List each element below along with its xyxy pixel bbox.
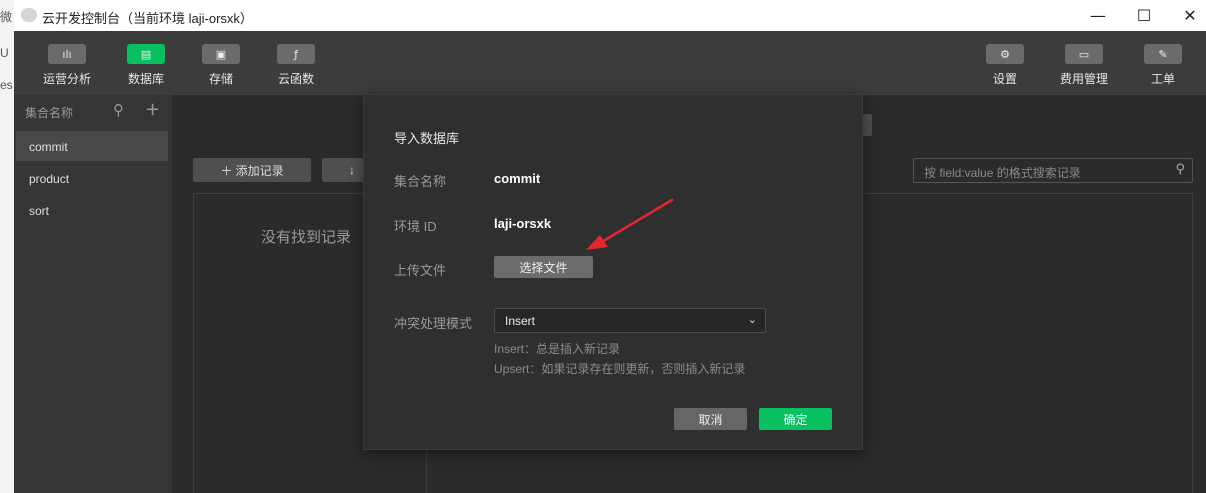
background-glyph: U <box>0 46 9 60</box>
background-glyph: 微 <box>0 10 13 24</box>
background-glyph: es <box>0 78 13 92</box>
annotation-arrow-shaft <box>598 198 674 245</box>
annotation-arrow-head <box>586 235 608 250</box>
annotation-arrow <box>586 198 674 250</box>
app-window: 云开发控制台（当前环境 laji-orsxk） — ☐ ✕ ılı 运营分析 ▤… <box>14 0 1206 493</box>
background-window-strip: 微 U es <box>0 0 14 493</box>
